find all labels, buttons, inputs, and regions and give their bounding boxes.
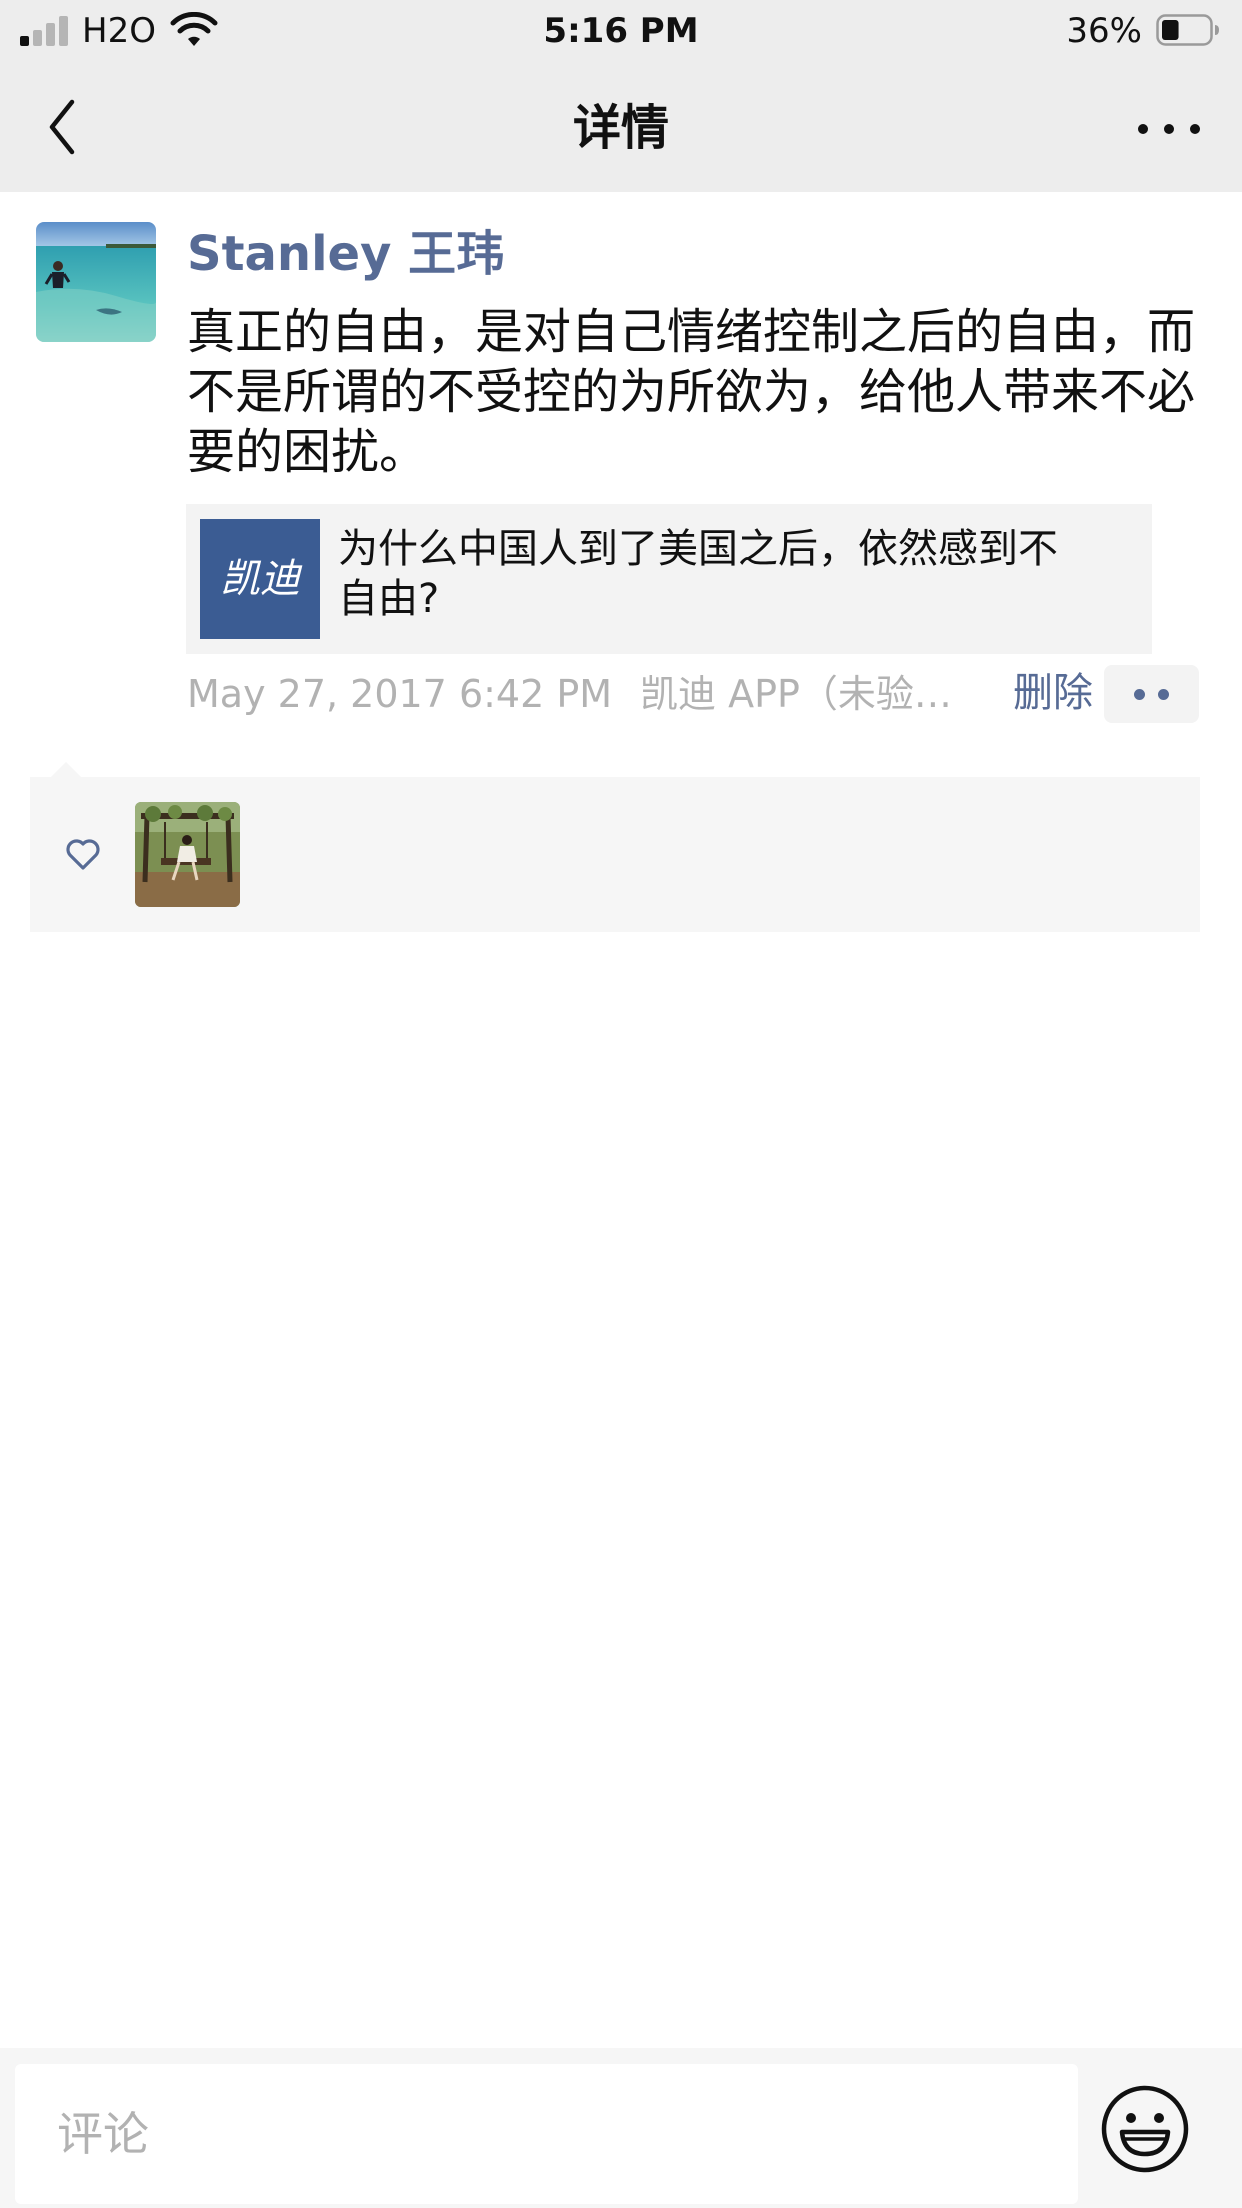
beach-photo: [36, 222, 156, 342]
comment-input[interactable]: [15, 2064, 1078, 2204]
likes-panel: [30, 777, 1200, 932]
author-name[interactable]: Stanley 王玮: [187, 224, 504, 284]
more-dots-icon[interactable]: [1104, 665, 1199, 723]
page-title: 详情: [572, 100, 669, 156]
link-thumbnail-logo: 凯迪: [220, 556, 300, 602]
shared-link-card[interactable]: 凯迪 为什么中国人到了美国之后，依然感到不自由?: [186, 504, 1152, 654]
author-avatar[interactable]: [36, 222, 156, 342]
status-bar: H2O 5:16 PM 36%: [0, 0, 1242, 62]
battery-icon: [1156, 14, 1219, 46]
battery-percent: 36%: [1066, 11, 1142, 51]
link-title: 为什么中国人到了美国之后，依然感到不自由?: [338, 526, 1058, 622]
post-source[interactable]: 凯迪 APP（未验…: [640, 670, 985, 718]
post-timestamp: May 27, 2017 6:42 PM: [187, 672, 613, 716]
navigation-bar: 详情: [0, 62, 1242, 192]
post-text: 真正的自由，是对自己情绪控制之后的自由，而不是所谓的不受控的为所欲为，给他人带来…: [187, 304, 1196, 480]
garden-swing-photo: [135, 802, 240, 907]
liker-avatar[interactable]: [135, 802, 240, 907]
delete-button[interactable]: 删除: [1013, 668, 1093, 718]
link-thumbnail: 凯迪: [200, 519, 320, 639]
smiley-icon[interactable]: [1100, 2084, 1190, 2174]
heart-outline-icon: [66, 839, 100, 870]
status-time: 5:16 PM: [543, 11, 699, 51]
more-horizontal-icon[interactable]: [1136, 108, 1206, 148]
likes-pointer: [50, 762, 82, 778]
comment-bar: [0, 2048, 1242, 2208]
